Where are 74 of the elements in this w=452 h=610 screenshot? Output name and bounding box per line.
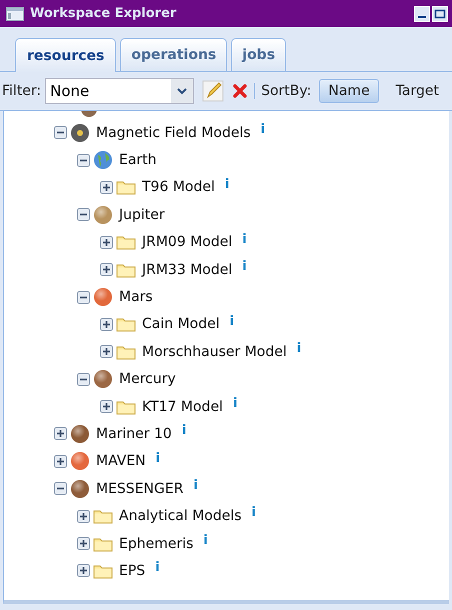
minimize-icon[interactable] xyxy=(414,6,430,22)
folder-icon xyxy=(93,508,113,524)
tab[interactable]: jobs xyxy=(231,38,286,71)
info-icon[interactable]: i xyxy=(242,258,247,274)
sort-button[interactable]: Name xyxy=(319,79,379,103)
info-icon[interactable]: i xyxy=(242,232,247,247)
tree-item[interactable]: JRM33 Model xyxy=(142,262,232,278)
expand-icon[interactable] xyxy=(100,236,113,249)
expand-icon[interactable] xyxy=(100,400,113,414)
folder-icon xyxy=(93,562,113,579)
info-icon[interactable]: i xyxy=(182,423,186,438)
tree-item[interactable]: Earth xyxy=(119,152,157,168)
chevron-down-icon xyxy=(171,79,194,103)
folder-icon xyxy=(116,316,136,332)
info-icon[interactable]: i xyxy=(230,314,234,329)
collapse-icon[interactable] xyxy=(77,372,90,386)
collapse-icon[interactable] xyxy=(77,290,90,304)
info-icon[interactable]: i xyxy=(252,505,256,520)
expand-icon[interactable] xyxy=(54,427,67,440)
pencil-icon[interactable] xyxy=(202,80,224,102)
tree-item[interactable]: Analytical Models xyxy=(119,508,242,524)
info-icon[interactable]: i xyxy=(224,176,230,192)
filter-dropdown[interactable]: None xyxy=(45,78,194,104)
disc-icon xyxy=(70,122,90,143)
tree-item[interactable]: JRM09 Model xyxy=(142,234,232,250)
collapse-icon[interactable] xyxy=(77,154,90,167)
globe-icon xyxy=(93,150,113,170)
tree-item[interactable]: MESSENGER xyxy=(96,480,184,497)
expand-icon[interactable] xyxy=(100,318,113,331)
folder-icon xyxy=(116,344,136,360)
tab[interactable]: resources xyxy=(15,38,116,72)
expand-icon[interactable] xyxy=(77,510,90,523)
tree-item[interactable]: MAVEN xyxy=(96,453,146,470)
tree-item[interactable]: T96 Model xyxy=(142,179,215,196)
info-icon[interactable]: i xyxy=(260,122,266,137)
tree-item[interactable]: Morschhauser Model xyxy=(142,344,287,360)
expand-icon[interactable] xyxy=(100,180,113,194)
folder-icon xyxy=(93,536,113,552)
expand-icon[interactable] xyxy=(100,345,113,358)
tree-item[interactable]: Magnetic Field Models xyxy=(96,124,251,141)
expand-icon[interactable] xyxy=(77,564,90,578)
info-icon[interactable]: i xyxy=(155,560,160,576)
tree-item[interactable]: Mariner 10 xyxy=(96,426,172,442)
info-icon[interactable]: i xyxy=(156,450,160,466)
tree-item[interactable]: Ephemeris xyxy=(119,536,194,552)
planet-icon xyxy=(80,111,98,118)
folder-icon xyxy=(116,262,136,278)
tree-item[interactable]: KT17 Model xyxy=(142,398,223,415)
info-icon[interactable]: i xyxy=(193,478,198,494)
tab[interactable]: operations xyxy=(120,38,228,71)
folder-icon xyxy=(116,234,136,250)
collapse-icon[interactable] xyxy=(54,126,67,140)
expand-icon[interactable] xyxy=(77,537,90,550)
info-icon[interactable]: i xyxy=(203,532,208,548)
window-icon xyxy=(6,6,24,20)
sort-button[interactable]: Target xyxy=(386,79,448,103)
folder-icon xyxy=(116,179,136,196)
info-icon[interactable]: i xyxy=(296,341,302,356)
collapse-icon[interactable] xyxy=(77,208,90,222)
maximize-icon[interactable] xyxy=(432,6,448,22)
expand-icon[interactable] xyxy=(54,454,67,468)
tree-item[interactable]: EPS xyxy=(119,562,146,579)
tree-item[interactable]: Cain Model xyxy=(142,316,220,332)
expand-icon[interactable] xyxy=(100,263,113,276)
folder-icon xyxy=(116,398,136,415)
delete-icon[interactable] xyxy=(232,83,248,99)
sort-label: SortBy: xyxy=(254,83,312,99)
tree-item[interactable]: Mars xyxy=(119,289,153,306)
filter-label: Filter: xyxy=(2,83,42,99)
tree-item[interactable]: Mercury xyxy=(119,371,176,388)
tree-item[interactable]: Jupiter xyxy=(119,206,165,223)
collapse-icon[interactable] xyxy=(54,482,67,496)
window-title: Workspace Explorer xyxy=(30,6,178,21)
info-icon[interactable]: i xyxy=(232,396,238,411)
